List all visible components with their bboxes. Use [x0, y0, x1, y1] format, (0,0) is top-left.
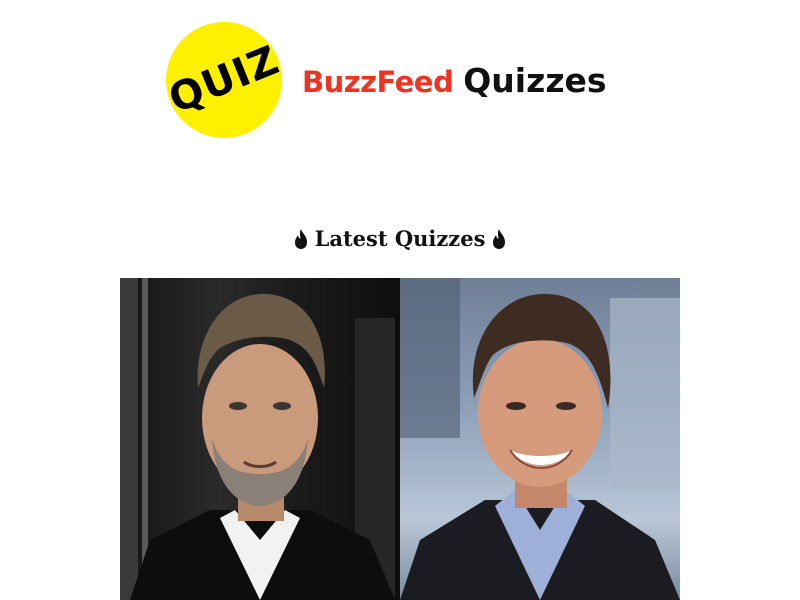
brand-suffix: Quizzes: [463, 60, 607, 100]
page: QUIZ BuzzFeed Quizzes Latest Quizzes: [0, 0, 800, 600]
quiz-thumbnail-left-photo[interactable]: [120, 278, 400, 600]
fire-icon: [493, 228, 506, 249]
quiz-card[interactable]: [120, 278, 680, 600]
fire-icon: [294, 228, 307, 249]
quiz-thumbnail-right-photo[interactable]: [400, 278, 680, 600]
brand-name: BuzzFeed: [302, 64, 454, 99]
portrait-illustration-left: [120, 278, 395, 600]
quiz-logo-badge[interactable]: QUIZ: [162, 22, 286, 138]
section-title: Latest Quizzes: [314, 226, 486, 251]
latest-quizzes-heading: Latest Quizzes: [0, 226, 800, 251]
brand-wordmark[interactable]: BuzzFeed Quizzes: [302, 61, 607, 100]
quiz-badge-label: QUIZ: [162, 37, 286, 123]
portrait-illustration-right: [400, 278, 680, 600]
site-header[interactable]: QUIZ BuzzFeed Quizzes: [162, 22, 607, 138]
